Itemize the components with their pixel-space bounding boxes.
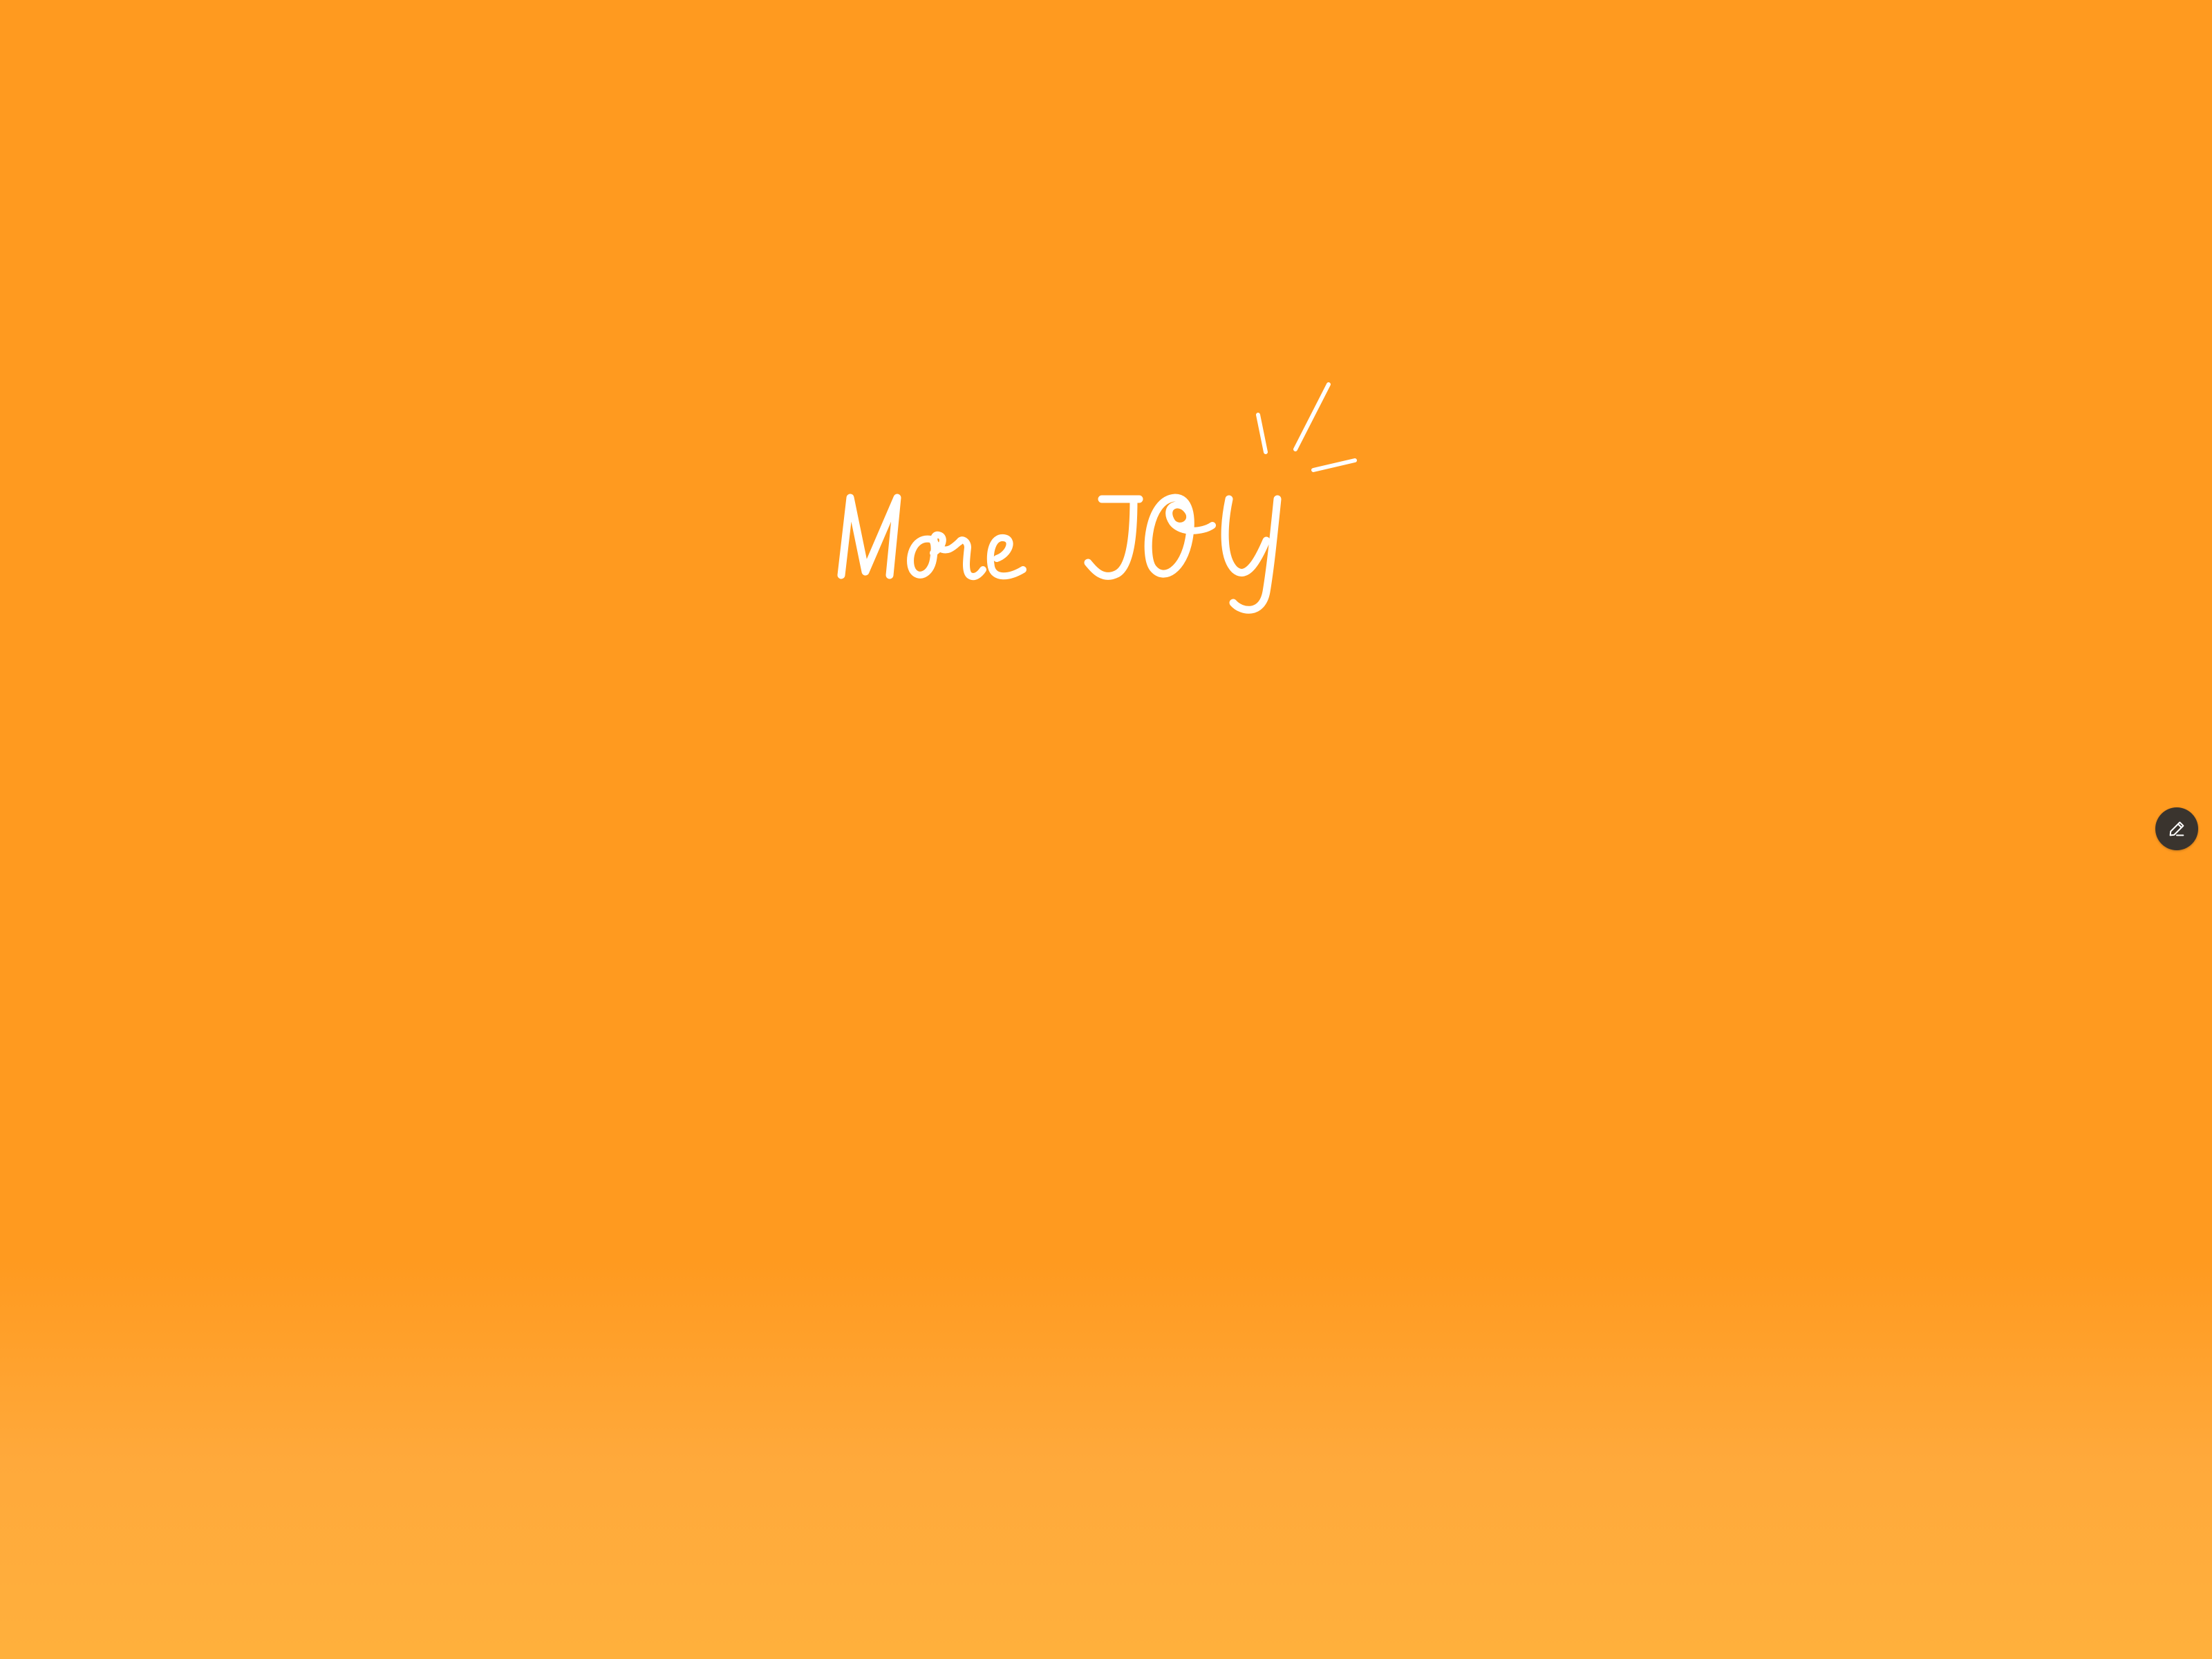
headline-drawing bbox=[837, 382, 1357, 614]
letter-M bbox=[837, 494, 901, 579]
letter-Y bbox=[1221, 495, 1282, 614]
pencil-edit-icon bbox=[2169, 821, 2184, 836]
sparkle-ray-middle bbox=[1293, 382, 1331, 451]
letter-e bbox=[986, 534, 1027, 580]
sparkle-ray-right bbox=[1311, 458, 1357, 472]
canvas: More JOY bbox=[0, 0, 2212, 1659]
letter-r bbox=[956, 536, 986, 581]
more-joy-handwritten-headline: More JOY bbox=[802, 359, 1382, 650]
edit-button[interactable] bbox=[2155, 807, 2198, 850]
letter-o bbox=[907, 535, 938, 579]
letter-J bbox=[1084, 495, 1143, 580]
sparkle-ray-left bbox=[1256, 413, 1268, 454]
